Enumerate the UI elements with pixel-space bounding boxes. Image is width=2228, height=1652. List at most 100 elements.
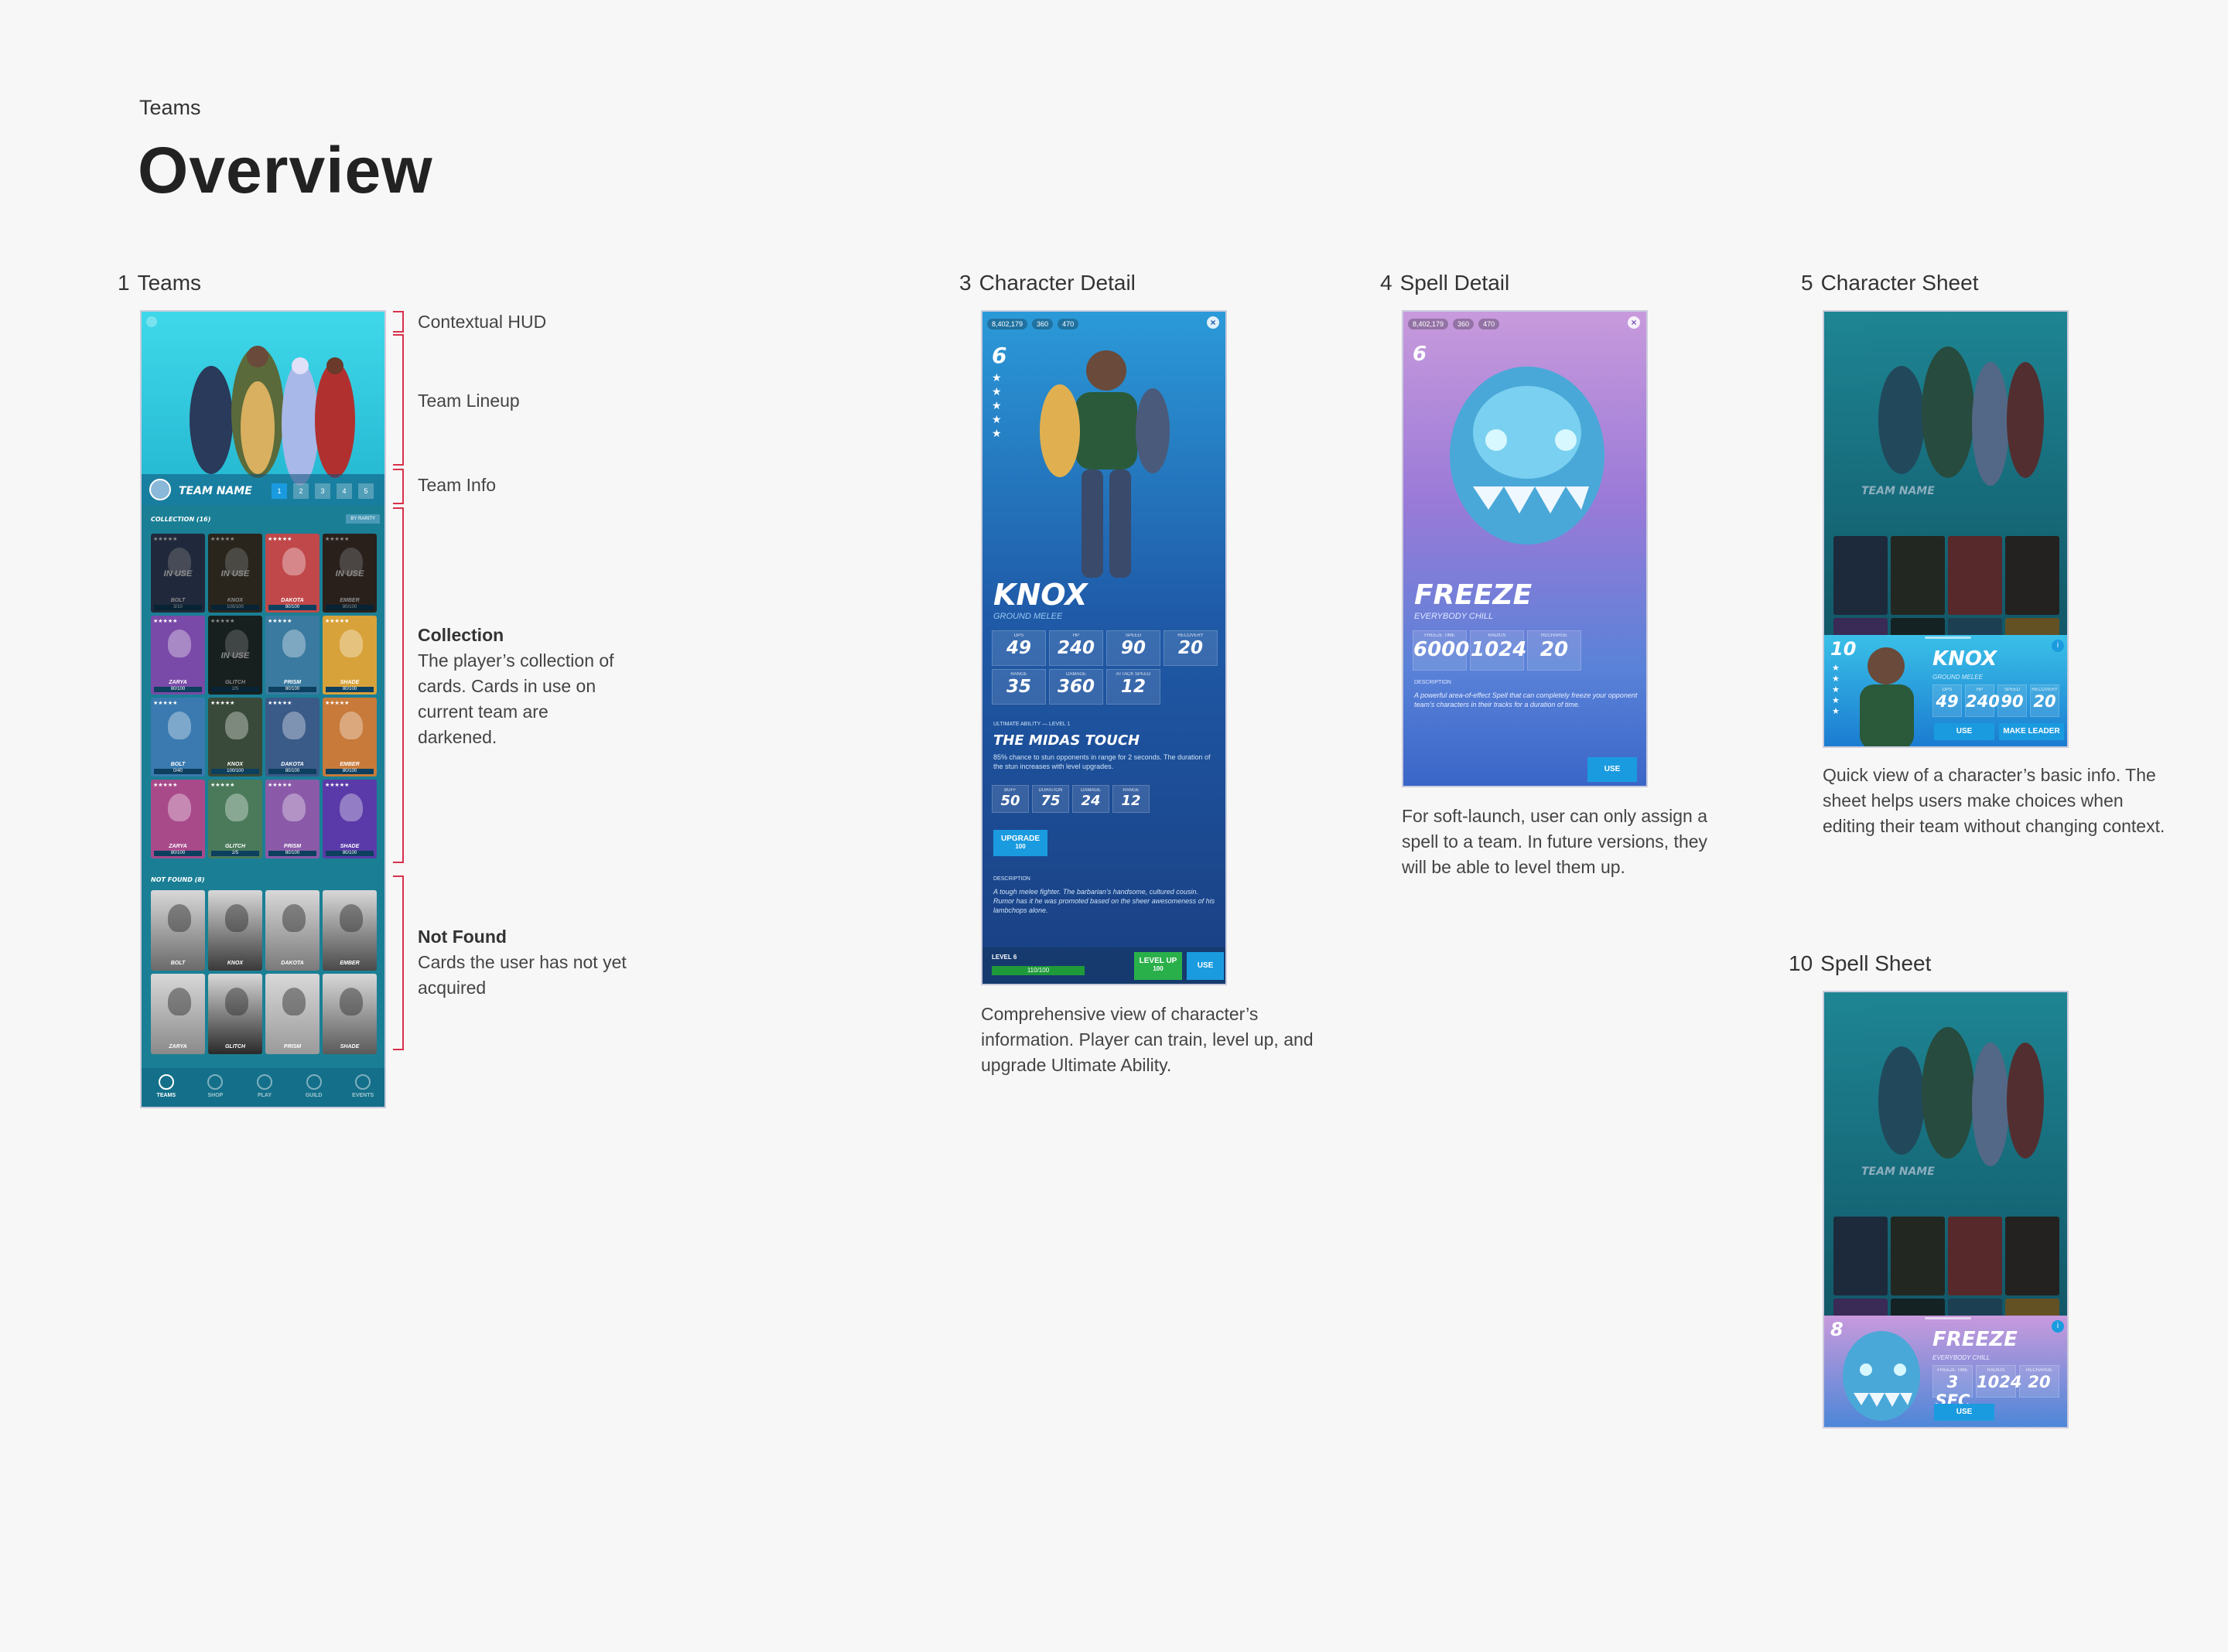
character-card[interactable]: ★★★★★ IN USE EMBER 80/100	[323, 534, 377, 613]
nav-label: TEAMS	[156, 1093, 176, 1098]
character-card[interactable]: ★★★★★ ZARYA 80/100	[151, 616, 205, 695]
character-card[interactable]: ★★★★★ SHADE 80/100	[323, 780, 377, 858]
stat-box: RADIUS 1024	[1976, 1365, 2021, 1398]
coins-counter[interactable]: 8,402,179	[987, 319, 1028, 329]
stat-value: 49	[1006, 638, 1031, 658]
spell-level: 8	[1830, 1319, 1844, 1340]
use-button[interactable]: USE	[1934, 1404, 1994, 1421]
nav-item-teams[interactable]: TEAMS	[142, 1068, 191, 1107]
team-slot-tab[interactable]: 3	[315, 483, 330, 499]
use-button[interactable]: USE	[1187, 952, 1224, 980]
nav-item-play[interactable]: PLAY	[240, 1068, 289, 1107]
shop-icon	[207, 1074, 224, 1090]
character-face	[225, 794, 248, 821]
nav-label: PLAY	[257, 1093, 272, 1098]
character-card[interactable]: ★★★★★ BOLT 0/40	[151, 698, 205, 777]
use-button[interactable]: USE	[1934, 723, 1994, 740]
locked-character-card[interactable]: DAKOTA	[265, 890, 320, 971]
spell-detail-description: For soft-launch, user can only assign a …	[1402, 806, 1708, 877]
section-character-sheet-label: 5 Character Sheet	[1801, 271, 1979, 295]
use-button[interactable]: USE	[1587, 757, 1637, 782]
stat-value: 12	[1120, 677, 1146, 697]
gems-counter[interactable]: 360	[1453, 319, 1475, 329]
character-name: GLITCH	[224, 844, 246, 849]
character-card[interactable]: ★★★★★ EMBER 80/100	[323, 698, 377, 777]
stat-value: 90	[2001, 692, 2024, 711]
dimmed-lineup	[1878, 346, 2044, 486]
nav-item-events[interactable]: EVENTS	[338, 1068, 384, 1107]
close-icon[interactable]: ×	[1207, 316, 1219, 329]
nav-item-guild[interactable]: GUILD	[289, 1068, 339, 1107]
character-card[interactable]: ★★★★★ IN USE BOLT 3/10	[151, 534, 205, 613]
spell-name: FREEZE	[1414, 579, 1533, 611]
character-card[interactable]: ★★★★★ PRISM 80/100	[265, 616, 320, 695]
locked-character-card[interactable]: KNOX	[208, 890, 262, 971]
locked-character-card[interactable]: ZARYA	[151, 974, 205, 1054]
team-slot-tabs: 12345	[272, 483, 380, 499]
locked-character-card[interactable]: SHADE	[323, 974, 377, 1054]
character-name: SHADE	[340, 844, 360, 849]
annotation-info: Team Info	[418, 475, 496, 495]
coins-counter[interactable]: 8,402,179	[1408, 319, 1449, 329]
stat-label: DPS	[1013, 633, 1024, 638]
spell-sheet[interactable]: 8 i FREEZE EVERYBODY CHILL FREEZE TIME 3 …	[1824, 1316, 2067, 1427]
character-role: GROUND MELEE	[1932, 674, 1983, 681]
card-progress-bar: 80/100	[326, 851, 374, 856]
character-sheet-screen: TEAM NAME 10 ★ ★ ★ ★ ★ i KNOX GROUND MELEE D…	[1823, 310, 2069, 748]
character-card[interactable]: ★★★★★ ZARYA 80/100	[151, 780, 205, 858]
team-slot-tab[interactable]: 4	[337, 483, 352, 499]
nav-item-shop[interactable]: SHOP	[191, 1068, 241, 1107]
stat-value: 90	[1120, 638, 1146, 658]
tickets-counter[interactable]: 470	[1478, 319, 1500, 329]
stat-box: FREEZE TIME 3 SEC	[1932, 1365, 1973, 1410]
gems-counter[interactable]: 360	[1032, 319, 1054, 329]
close-icon[interactable]: ×	[1628, 316, 1640, 329]
locked-character-card[interactable]: EMBER	[323, 890, 377, 971]
character-face	[340, 630, 363, 657]
team-name[interactable]: TEAM NAME	[179, 485, 252, 497]
dimmed-teams-background: TEAM NAME	[1824, 992, 2067, 1377]
stat-value: 50	[1000, 793, 1020, 809]
stat-label: DURATION	[1038, 788, 1063, 793]
character-name: ZARYA	[169, 1044, 187, 1050]
hud-icon[interactable]	[146, 316, 157, 327]
character-face	[168, 988, 191, 1015]
tickets-counter[interactable]: 470	[1058, 319, 1079, 329]
character-face	[282, 548, 306, 575]
character-card[interactable]: ★★★★★ PRISM 80/100	[265, 780, 320, 858]
team-slot-tab[interactable]: 2	[293, 483, 309, 499]
character-card[interactable]: ★★★★★ DAKOTA 80/100	[265, 534, 320, 613]
character-face	[340, 988, 363, 1015]
page-title: Overview	[138, 134, 433, 206]
character-card[interactable]: ★★★★★ IN USE GLITCH 2/5	[208, 616, 262, 695]
make-leader-button[interactable]: MAKE LEADER	[1999, 723, 2064, 740]
locked-character-card[interactable]: GLITCH	[208, 974, 262, 1054]
sheet-handle[interactable]	[1925, 1317, 1971, 1319]
level-up-button[interactable]: LEVEL UP 100	[1134, 952, 1182, 980]
annotation-collection: Collection The player’s collection of car…	[418, 625, 614, 747]
upgrade-button[interactable]: UPGRADE 100	[993, 830, 1047, 856]
star-rating: ★★★★★	[268, 619, 292, 624]
character-sheet[interactable]: 10 ★ ★ ★ ★ ★ i KNOX GROUND MELEE DPS 49 HP 240 S…	[1824, 635, 2067, 746]
team-slot-tab[interactable]: 1	[272, 483, 287, 499]
character-card[interactable]: ★★★★★ KNOX 100/100	[208, 698, 262, 777]
team-emblem-icon[interactable]	[149, 479, 171, 500]
sort-button[interactable]: BY RARITY	[346, 514, 380, 524]
locked-character-card[interactable]: BOLT	[151, 890, 205, 971]
section-character-detail-label: 3 Character Detail	[959, 271, 1136, 295]
stat-label: HP	[1072, 633, 1080, 638]
section-spell-sheet-label: 10 Spell Sheet	[1789, 951, 1932, 975]
character-card[interactable]: ★★★★★ SHADE 80/100	[323, 616, 377, 695]
info-icon[interactable]: i	[2052, 640, 2064, 652]
info-icon[interactable]: i	[2052, 1320, 2064, 1333]
team-info-bar: TEAM NAME 12345	[142, 474, 384, 505]
sheet-handle[interactable]	[1925, 637, 1971, 639]
character-card[interactable]: ★★★★★ GLITCH 2/5	[208, 780, 262, 858]
team-slot-tab[interactable]: 5	[358, 483, 374, 499]
character-card[interactable]: ★★★★★ IN USE KNOX 100/100	[208, 534, 262, 613]
character-card[interactable]: ★★★★★ DAKOTA 80/100	[265, 698, 320, 777]
locked-character-card[interactable]: PRISM	[265, 974, 320, 1054]
stat-box: HP 240	[1965, 684, 2000, 717]
breadcrumb: Teams	[139, 96, 201, 119]
character-name: DAKOTA	[281, 961, 304, 966]
